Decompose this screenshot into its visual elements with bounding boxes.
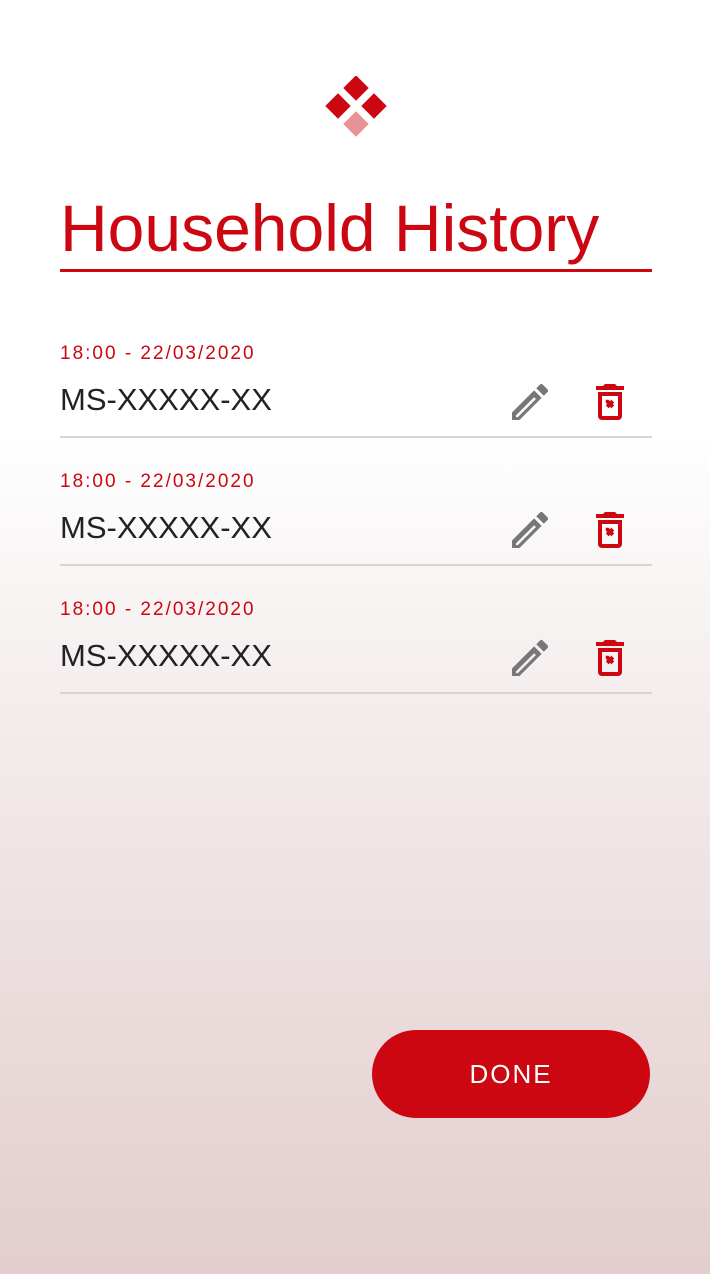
trash-icon: [596, 384, 624, 420]
history-item: 18:00 - 22/03/2020 MS-XXXXX-XX: [60, 310, 652, 438]
title-underline: [60, 269, 652, 272]
trash-icon: [596, 640, 624, 676]
delete-button[interactable]: [586, 378, 634, 426]
trash-icon: [596, 512, 624, 548]
history-item-timestamp: 18:00 - 22/03/2020: [60, 471, 256, 492]
edit-button[interactable]: [506, 506, 554, 554]
edit-button[interactable]: [506, 378, 554, 426]
history-item: 18:00 - 22/03/2020 MS-XXXXX-XX: [60, 438, 652, 566]
delete-button[interactable]: [586, 506, 634, 554]
delete-button[interactable]: [586, 634, 634, 682]
page-title: Household History: [60, 191, 600, 265]
history-item-code: MS-XXXXX-XX: [60, 510, 272, 545]
history-item-code: MS-XXXXX-XX: [60, 638, 272, 673]
pencil-icon: [512, 383, 549, 420]
history-list: 18:00 - 22/03/2020 MS-XXXXX-XX 18:00 - 2…: [60, 310, 652, 694]
history-item-timestamp: 18:00 - 22/03/2020: [60, 599, 256, 620]
pencil-icon: [512, 511, 549, 548]
diamond-cluster-logo-icon: [323, 75, 389, 142]
edit-button[interactable]: [506, 634, 554, 682]
history-item-code: MS-XXXXX-XX: [60, 382, 272, 417]
done-button[interactable]: DONE: [372, 1030, 650, 1118]
pencil-icon: [512, 639, 549, 676]
history-item: 18:00 - 22/03/2020 MS-XXXXX-XX: [60, 566, 652, 694]
history-item-timestamp: 18:00 - 22/03/2020: [60, 343, 256, 364]
